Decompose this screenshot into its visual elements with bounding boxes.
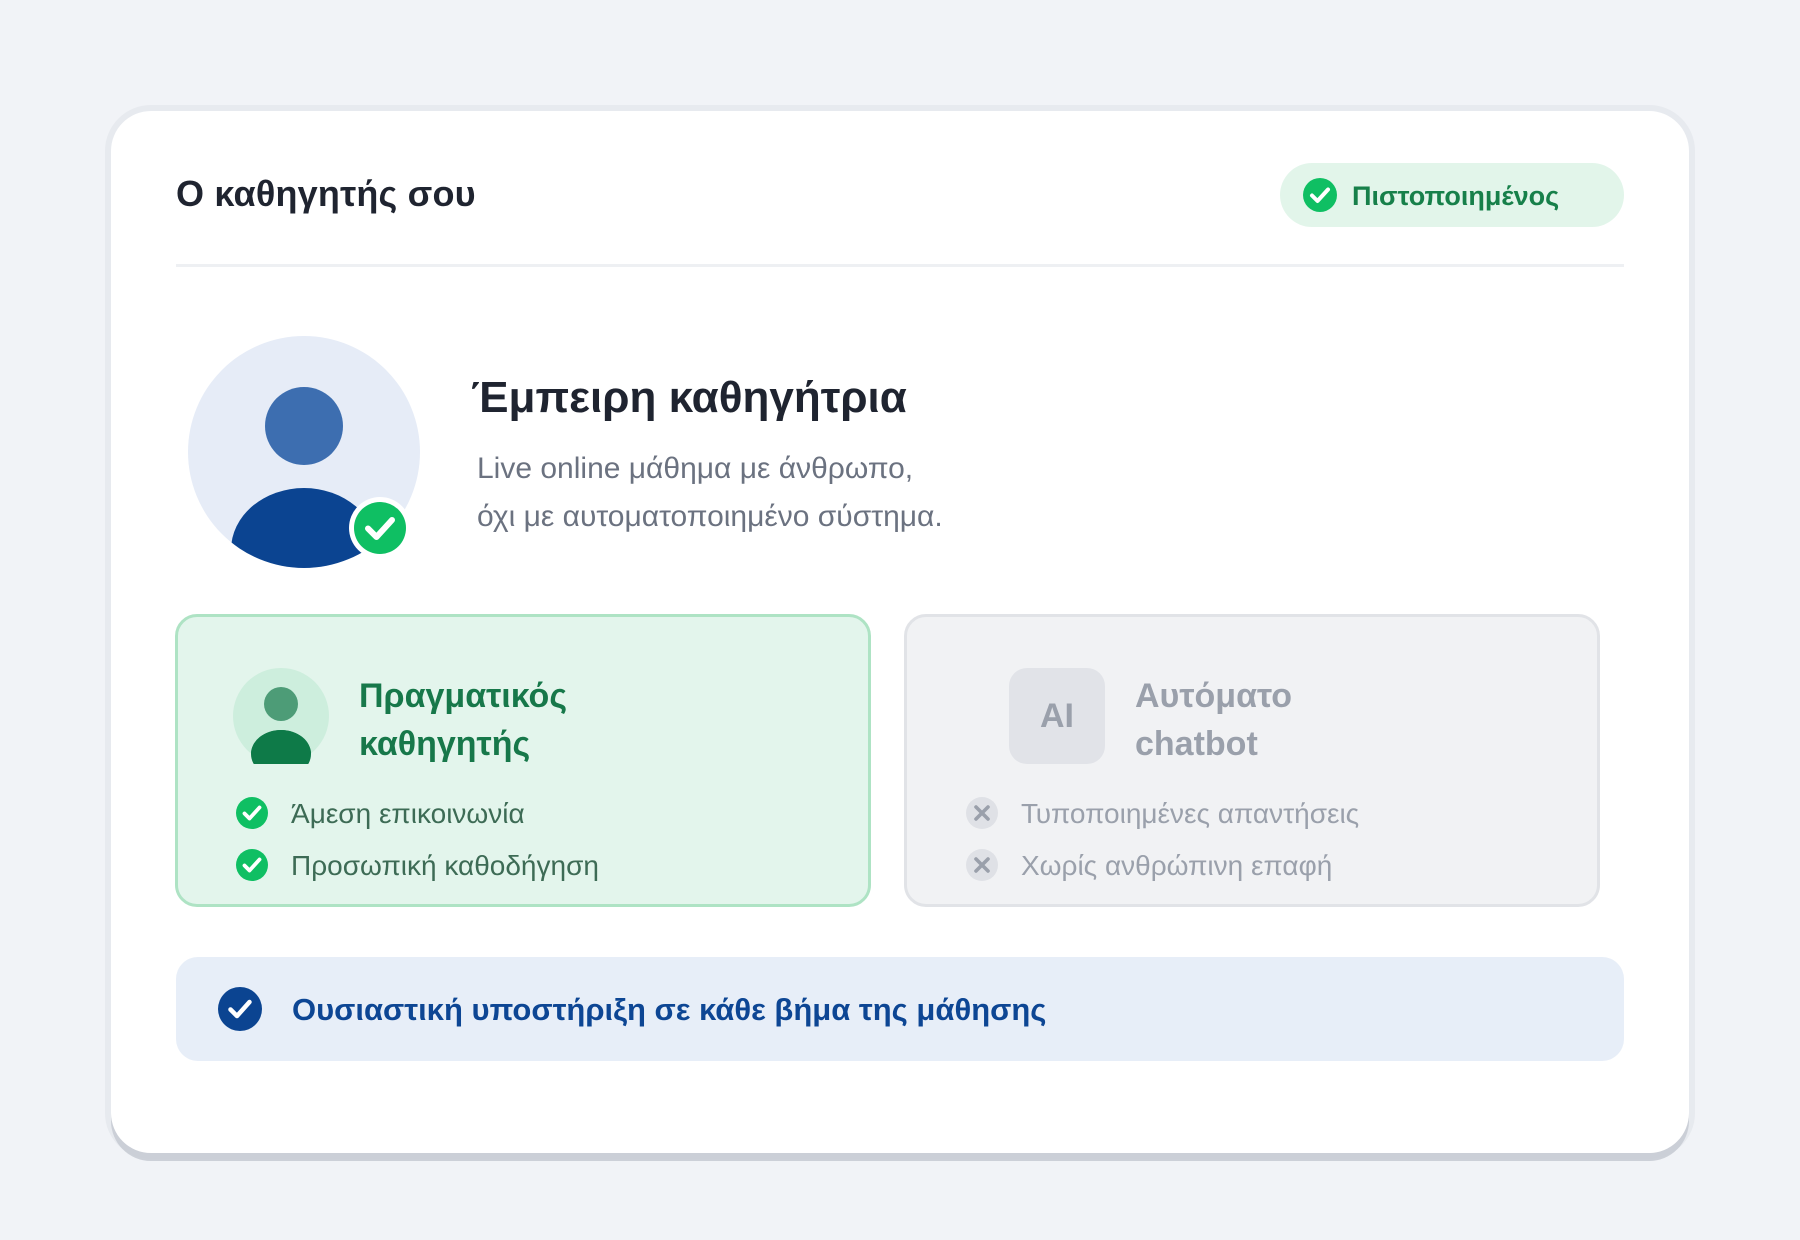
feature-label: Άμεση επικοινωνία xyxy=(291,798,525,829)
verified-check-icon xyxy=(349,497,411,559)
chatbot-heading: Αυτόματο chatbot xyxy=(1135,672,1292,768)
x-circle-icon xyxy=(966,797,998,829)
chatbot-panel: AI Αυτόματο chatbot Τυποποιημένες απαντή… xyxy=(904,614,1600,907)
person-avatar-icon xyxy=(188,336,420,568)
real-teacher-heading-line: καθηγητής xyxy=(359,725,531,763)
x-circle-icon xyxy=(966,849,998,881)
teacher-card: Ο καθηγητής σου Πιστοποιημένος Έμπειρη κ… xyxy=(111,111,1689,1153)
header-divider xyxy=(176,264,1624,267)
profile-description-line: Live online μάθημα με άνθρωπο, xyxy=(477,452,914,485)
real-teacher-heading-line: Πραγματικός xyxy=(359,677,568,715)
feature-label: Τυποποιημένες απαντήσεις xyxy=(1021,798,1360,829)
ai-icon: AI xyxy=(1009,668,1105,764)
verified-badge-label: Πιστοποιημένος xyxy=(1352,181,1560,211)
support-banner: Ουσιαστική υποστήριξη σε κάθε βήμα της μ… xyxy=(176,957,1624,1061)
verified-badge: Πιστοποιημένος xyxy=(1280,163,1624,227)
card-header: Ο καθηγητής σου Πιστοποιημένος xyxy=(176,163,1624,227)
support-label: Ουσιαστική υποστήριξη σε κάθε βήμα της μ… xyxy=(292,992,1047,1027)
chatbot-heading-line: chatbot xyxy=(1135,725,1258,763)
check-circle-icon xyxy=(1303,178,1337,212)
check-circle-icon xyxy=(218,987,262,1031)
check-circle-icon xyxy=(236,849,268,881)
feature-label: Προσωπική καθοδήγηση xyxy=(291,850,599,881)
person-icon xyxy=(233,668,329,764)
feature-label: Χωρίς ανθρώπινη επαφή xyxy=(1021,850,1333,881)
profile-title: Έμπειρη καθηγήτρια xyxy=(471,373,907,422)
real-teacher-heading: Πραγματικός καθηγητής xyxy=(359,672,567,768)
real-teacher-panel: Πραγματικός καθηγητής Άμεση επικοινωνία … xyxy=(175,614,871,907)
profile-description-line: όχι με αυτοματοποιημένο σύστημα. xyxy=(477,500,943,533)
chatbot-heading-line: Αυτόματο xyxy=(1135,677,1292,715)
card-title: Ο καθηγητής σου xyxy=(176,173,476,214)
profile-description: Live online μάθημα με άνθρωπο, όχι με αυ… xyxy=(477,445,943,541)
check-circle-icon xyxy=(236,797,268,829)
